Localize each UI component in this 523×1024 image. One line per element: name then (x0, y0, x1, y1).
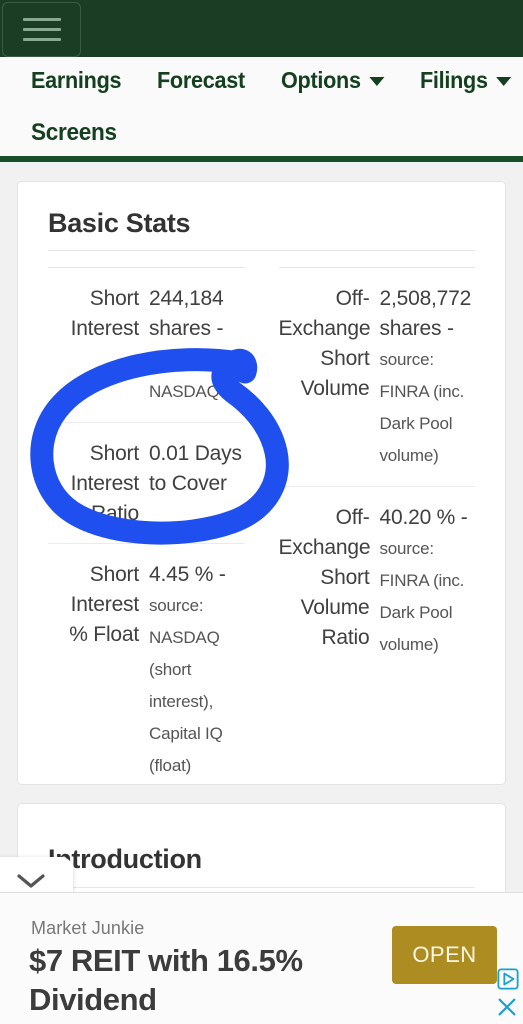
stat-label: Short Interest % Float (69, 563, 139, 646)
stat-source: source: FINRA (inc. Dark Pool volume) (379, 539, 465, 654)
nav-label: Earnings (31, 66, 122, 93)
introduction-title: Introduction (48, 844, 202, 874)
stat-primary-value: 4.45 % - (149, 563, 226, 586)
ad-open-button[interactable]: OPEN (392, 926, 497, 984)
stat-row: Off-Exchange Short Volume 2,508,772 shar… (278, 268, 476, 487)
basic-stats-card: Basic Stats Short Interest 244,184 share… (17, 181, 506, 785)
stat-row: Short Interest % Float 4.45 % - source: … (48, 544, 245, 796)
nav-item-forecast[interactable]: Forecast (157, 67, 245, 94)
stat-row: Off-Exchange Short Volume Ratio 40.20 % … (279, 487, 476, 675)
hamburger-icon-line (22, 18, 61, 21)
chevron-down-icon (368, 77, 384, 86)
nav-item-options[interactable]: Options (281, 67, 384, 94)
stat-primary-value: 40.20 % - (379, 506, 468, 529)
stat-label: Off-Exchange Short Volume Ratio (278, 506, 371, 649)
stat-value: 40.20 % - source: FINRA (inc. Dark Pool … (380, 503, 476, 661)
nav-label: Forecast (157, 66, 245, 93)
close-icon[interactable] (496, 996, 518, 1018)
hamburger-menu-button[interactable] (2, 2, 81, 57)
hamburger-icon-line (22, 28, 61, 31)
stat-primary-value: 244,184 shares - (149, 287, 224, 340)
stat-primary-value: 2,508,772 shares - (379, 287, 472, 340)
ad-advertiser-name: Market Junkie (31, 918, 145, 938)
stat-label: Short Interest (70, 287, 140, 340)
stat-value: 0.01 Days to Cover (149, 439, 245, 529)
nav-label: Filings (420, 66, 488, 93)
basic-stats-title: Basic Stats (48, 208, 191, 238)
stats-column-right: Off-Exchange Short Volume 2,508,772 shar… (262, 251, 476, 796)
stat-row: Short Interest Ratio 0.01 Days to Cover (48, 423, 245, 544)
stats-grid: Short Interest 244,184 shares - source: … (18, 251, 505, 796)
stat-label: Short Interest Ratio (70, 442, 140, 525)
adchoices-icon[interactable] (497, 968, 519, 990)
stats-column-left: Short Interest 244,184 shares - source: … (48, 251, 262, 796)
ad-banner: Market Junkie $7 REIT with 16.5% Dividen… (0, 892, 523, 1024)
tab-screens[interactable]: Screens (31, 119, 117, 147)
ad-headline: $7 REIT with 16.5% Dividend (29, 943, 303, 1017)
stat-primary-value: 0.01 Days to Cover (149, 442, 242, 495)
nav-label: Options (280, 66, 361, 93)
navigation-bar: Earnings Forecast Options Filings Screen… (0, 57, 523, 162)
nav-item-filings[interactable]: Filings (420, 66, 512, 94)
stat-label: Off-Exchange Short Volume (278, 287, 371, 400)
app-header (0, 0, 523, 57)
chevron-down-icon (16, 874, 45, 888)
stat-source: source: NASDAQ (149, 350, 220, 401)
stat-row: Short Interest 244,184 shares - source: … (48, 268, 245, 423)
stat-value: 2,508,772 shares - source: FINRA (inc. D… (380, 284, 476, 472)
divider (48, 887, 475, 888)
secondary-tab-row: Screens (0, 103, 523, 162)
nav-item-earnings[interactable]: Earnings (31, 66, 122, 94)
chevron-down-icon (496, 77, 512, 86)
primary-nav: Earnings Forecast Options Filings (0, 57, 523, 103)
stat-value: 4.45 % - source: NASDAQ (short interest)… (149, 560, 245, 782)
stat-source: source: NASDAQ (short interest), Capital… (149, 596, 223, 775)
hamburger-icon-line (22, 38, 61, 41)
stat-source: source: FINRA (inc. Dark Pool volume) (379, 350, 465, 465)
stat-value: 244,184 shares - source: NASDAQ (149, 284, 245, 408)
